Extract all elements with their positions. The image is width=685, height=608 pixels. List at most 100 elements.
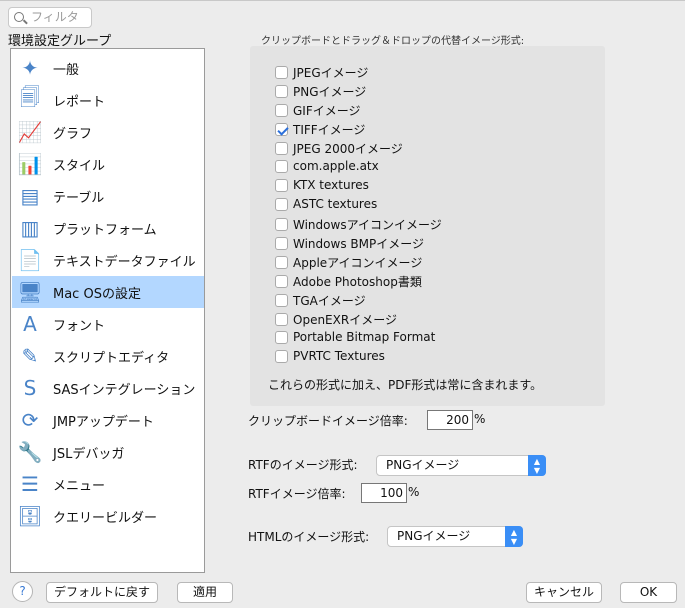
sidebar-item-label: SASインテグレーション: [53, 382, 196, 398]
font-icon: A: [23, 312, 37, 336]
format-label: Adobe Photoshop書類: [293, 275, 422, 289]
sidebar-item[interactable]: 🗄 クエリービルダー: [12, 500, 204, 532]
sidebar-item[interactable]: ✎ スクリプトエディタ: [12, 340, 204, 372]
style-icon: 📊: [17, 152, 43, 176]
format-label: KTX textures: [293, 178, 369, 192]
format-checkbox[interactable]: Portable Bitmap Format: [275, 330, 435, 344]
checkbox[interactable]: [275, 197, 288, 211]
format-label: Appleアイコンイメージ: [293, 256, 423, 270]
format-checkbox[interactable]: TGAイメージ: [275, 292, 366, 309]
sidebar-item-label: スタイル: [53, 158, 106, 174]
sidebar-item[interactable]: ✦ 一般: [12, 52, 204, 84]
update-icon: ⟳: [21, 408, 39, 432]
rtf-format-value: PNGイメージ: [386, 458, 460, 472]
sidebar-item-label: グラフ: [53, 126, 93, 142]
sidebar-item[interactable]: ☰ メニュー: [12, 468, 204, 500]
chevron-updown-icon: ▲ ▼: [505, 526, 523, 547]
sidebar-item[interactable]: 📈 グラフ: [12, 116, 204, 148]
percent-label: %: [474, 412, 486, 426]
clip-scale-input[interactable]: 200: [427, 410, 473, 430]
checkbox[interactable]: [275, 313, 288, 326]
cancel-button[interactable]: キャンセル: [526, 582, 602, 603]
checkbox[interactable]: [275, 66, 288, 79]
rtf-scale-input[interactable]: 100: [361, 483, 407, 503]
clip-scale-label: クリップボードイメージ倍率:: [248, 414, 408, 428]
format-label: TIFFイメージ: [293, 123, 366, 137]
checkbox[interactable]: [275, 349, 288, 363]
reset-defaults-button[interactable]: デフォルトに戻す: [46, 582, 158, 603]
rtf-scale-label: RTFイメージ倍率:: [248, 487, 346, 501]
format-checkbox[interactable]: JPEG 2000イメージ: [275, 140, 403, 157]
checkbox[interactable]: [275, 85, 288, 98]
format-checkbox[interactable]: TIFFイメージ: [275, 121, 365, 138]
format-box: これらの形式に加え、PDF形式は常に含まれます。 JPEGイメージ PNGイメージ…: [250, 46, 605, 406]
group-title: 環境設定グループ: [8, 34, 112, 49]
sidebar-item[interactable]: 🖥 Mac OSの設定: [12, 276, 204, 308]
sidebar-item-label: スクリプトエディタ: [53, 350, 170, 366]
format-caption: クリップボードとドラッグ＆ドロップの代替イメージ形式:: [261, 36, 525, 47]
apply-button[interactable]: 適用: [177, 582, 233, 603]
sas-icon: S: [23, 376, 37, 400]
sidebar-item-label: Mac OSの設定: [53, 286, 141, 302]
format-label: Portable Bitmap Format: [293, 330, 436, 344]
sidebar-item-label: フォント: [53, 318, 106, 334]
filter-input[interactable]: フィルタ: [8, 7, 92, 28]
format-checkbox[interactable]: Adobe Photoshop書類: [275, 273, 422, 290]
format-checkbox[interactable]: KTX textures: [275, 178, 369, 192]
sidebar-item[interactable]: ▥ プラットフォーム: [12, 212, 204, 244]
format-label: TGAイメージ: [293, 294, 366, 308]
format-checkbox[interactable]: Windows BMPイメージ: [275, 235, 424, 252]
sidebar-item-label: プラットフォーム: [53, 222, 157, 238]
rtf-format-select[interactable]: PNGイメージ ▲ ▼: [376, 455, 546, 476]
sidebar-item[interactable]: 🔧 JSLデバッガ: [12, 436, 204, 468]
sidebar-item-label: テーブル: [53, 190, 105, 206]
checkbox[interactable]: [275, 159, 288, 173]
format-checkbox[interactable]: OpenEXRイメージ: [275, 311, 397, 328]
checkbox[interactable]: [275, 294, 288, 307]
sidebar-item[interactable]: 📊 スタイル: [12, 148, 204, 180]
query-builder-icon: 🗄: [17, 504, 43, 528]
html-format-label: HTMLのイメージ形式:: [248, 530, 370, 544]
sidebar-item[interactable]: ▤ テーブル: [12, 180, 204, 212]
html-format-select[interactable]: PNGイメージ ▲ ▼: [387, 526, 523, 547]
checkbox[interactable]: [275, 218, 288, 231]
chevron-updown-icon: ▲ ▼: [528, 455, 546, 476]
sidebar-item[interactable]: 🗐 レポート: [12, 84, 204, 116]
format-checkbox[interactable]: Appleアイコンイメージ: [275, 254, 422, 271]
format-label: com.apple.atx: [293, 159, 379, 173]
checkbox[interactable]: [275, 142, 288, 155]
format-label: ASTC textures: [293, 197, 378, 211]
format-checkbox[interactable]: ASTC textures: [275, 197, 377, 211]
format-checkbox[interactable]: PVRTC Textures: [275, 349, 385, 363]
checkbox[interactable]: [275, 237, 288, 250]
checkbox[interactable]: [275, 123, 288, 136]
format-checkbox[interactable]: PNGイメージ: [275, 83, 366, 100]
table-icon: ▤: [20, 184, 40, 208]
pdf-note: これらの形式に加え、PDF形式は常に含まれます。: [268, 378, 543, 392]
format-checkbox[interactable]: com.apple.atx: [275, 159, 379, 173]
preference-group-list[interactable]: ✦ 一般 🗐 レポート 📈 グラフ 📊 スタイル ▤ テーブル ▥ プラットフォーム 📄 テキストデータフ…: [10, 48, 205, 573]
format-checkbox[interactable]: GIFイメージ: [275, 102, 361, 119]
ok-button[interactable]: OK: [620, 582, 677, 603]
sidebar-item[interactable]: S SASインテグレーション: [12, 372, 204, 404]
sidebar-item[interactable]: 📄 テキストデータファイル: [12, 244, 204, 276]
checkbox[interactable]: [275, 256, 288, 269]
search-icon: [14, 12, 24, 22]
checkbox[interactable]: [275, 178, 288, 192]
help-button[interactable]: ?: [12, 581, 33, 602]
sidebar-item[interactable]: ⟳ JMPアップデート: [12, 404, 204, 436]
platform-icon: ▥: [20, 216, 40, 240]
filter-placeholder: フィルタ: [31, 10, 79, 24]
format-checkbox[interactable]: JPEGイメージ: [275, 64, 368, 81]
graph-icon: 📈: [17, 120, 43, 144]
text-file-icon: 📄: [17, 248, 43, 272]
sidebar-item[interactable]: A フォント: [12, 308, 204, 340]
format-label: PNGイメージ: [293, 85, 367, 99]
checkbox[interactable]: [275, 275, 288, 288]
format-label: GIFイメージ: [293, 104, 361, 118]
checkbox[interactable]: [275, 330, 288, 344]
checkbox[interactable]: [275, 104, 288, 117]
sidebar-item-label: JSLデバッガ: [53, 446, 125, 462]
format-checkbox[interactable]: Windowsアイコンイメージ: [275, 216, 442, 233]
jmp-star-icon: ✦: [21, 56, 39, 80]
